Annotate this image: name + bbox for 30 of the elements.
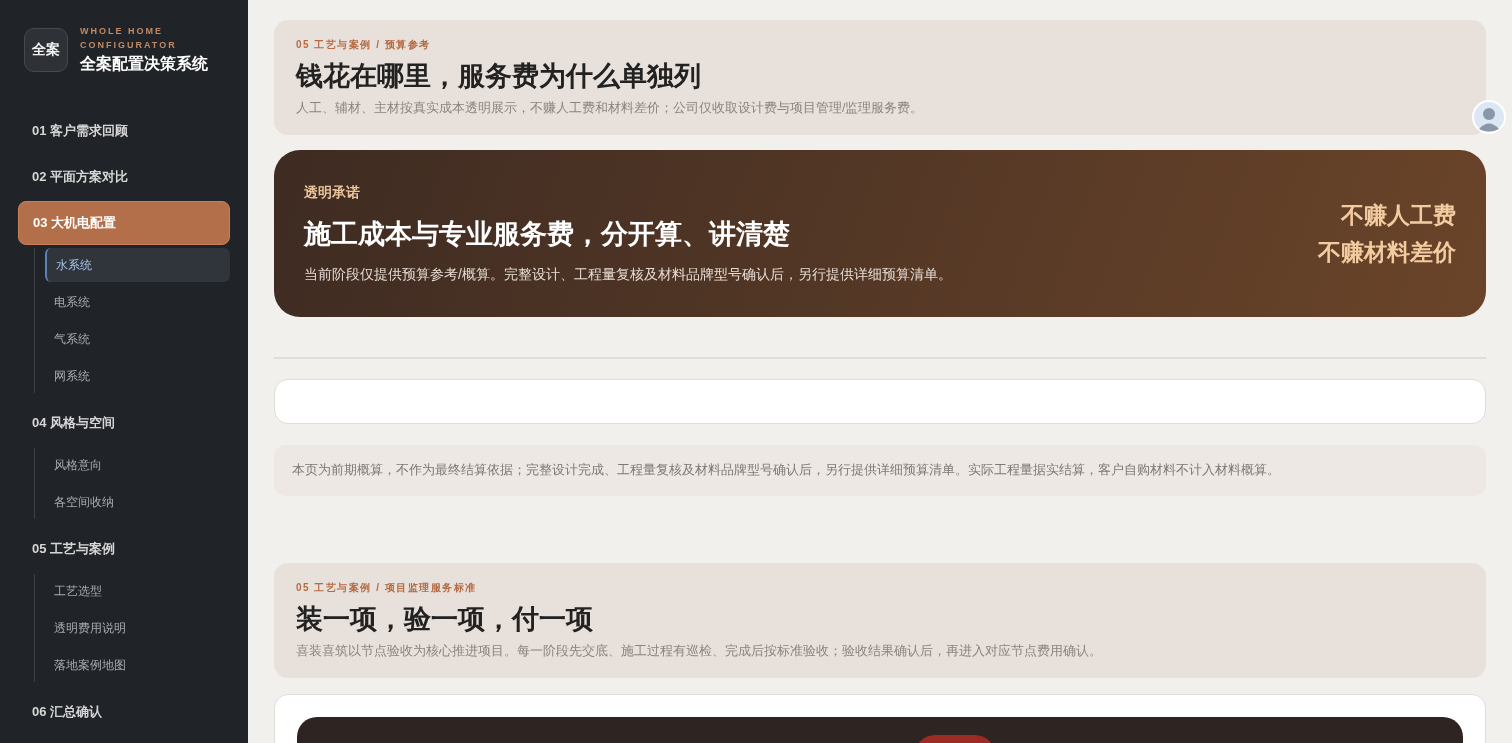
promise-title: 施工成本与专业服务费，分开算、讲清楚: [304, 217, 791, 251]
nav-sub-item[interactable]: 气系统: [45, 322, 230, 356]
promise-body: 当前阶段仅提供预算参考/概算。完整设计、工程量复核及材料品牌型号确认后，另行提供详细预算清单。: [304, 265, 953, 284]
nav-sub-item[interactable]: 透明费用说明: [45, 611, 230, 645]
section-title: 钱花在哪里，服务费为什么单独列: [296, 60, 702, 93]
nav-sub-item[interactable]: 网系统: [45, 359, 230, 393]
promise-tag: 透明承诺: [304, 183, 1298, 202]
breadcrumb: 05 工艺与案例 / 预算参考: [296, 38, 432, 52]
avatar-icon[interactable]: [1472, 100, 1506, 134]
logo-badge: 全案: [24, 27, 68, 72]
nav-sub-item[interactable]: 水系统: [45, 248, 230, 282]
nav-section-item[interactable]: 02 平面方案对比: [18, 155, 230, 199]
breadcrumb: 05 工艺与案例 / 项目监理服务标准: [296, 581, 478, 595]
nav-sub-item[interactable]: 电系统: [45, 285, 230, 319]
nav-section-item[interactable]: 01 客户需求回顾: [18, 109, 230, 153]
promise-highlight: 不赚材料差价: [1318, 237, 1456, 267]
nav-section-item[interactable]: 04 风格与空间: [18, 401, 230, 445]
section-title: 装一项，验一项，付一项: [296, 603, 594, 636]
brand-title: 全案配置决策系统: [80, 54, 208, 74]
brand-eyebrow: WHOLE HOME CONFIGURATOR: [80, 25, 178, 52]
nav-section-item[interactable]: 06 汇总确认: [18, 690, 230, 734]
nav-sub-item[interactable]: 各空间收纳: [45, 485, 230, 519]
nav-section-item[interactable]: 05 工艺与案例: [18, 527, 230, 571]
promise-highlight: 不赚人工费: [1341, 200, 1456, 230]
disclaimer-note: 本页为前期概算，不作为最终结算依据；完整设计完成、工程量复核及材料品牌型号确认后，另行提供详细预算清单。实际工程量据实结算，客户自购材料不计入材料概算。: [274, 445, 1486, 496]
nav-sub-item[interactable]: 落地案例地图: [45, 648, 230, 682]
section-subtitle: 人工、辅材、主材按真实成本透明展示，不赚人工费和材料差价；公司仅收取设计费与项目管理/监理服务费。: [296, 100, 925, 117]
nav-section-item[interactable]: 03 大机电配置: [18, 201, 230, 245]
nav-sub-item[interactable]: 风格意向: [45, 448, 230, 482]
nav-sub-item[interactable]: 工艺选型: [45, 574, 230, 608]
